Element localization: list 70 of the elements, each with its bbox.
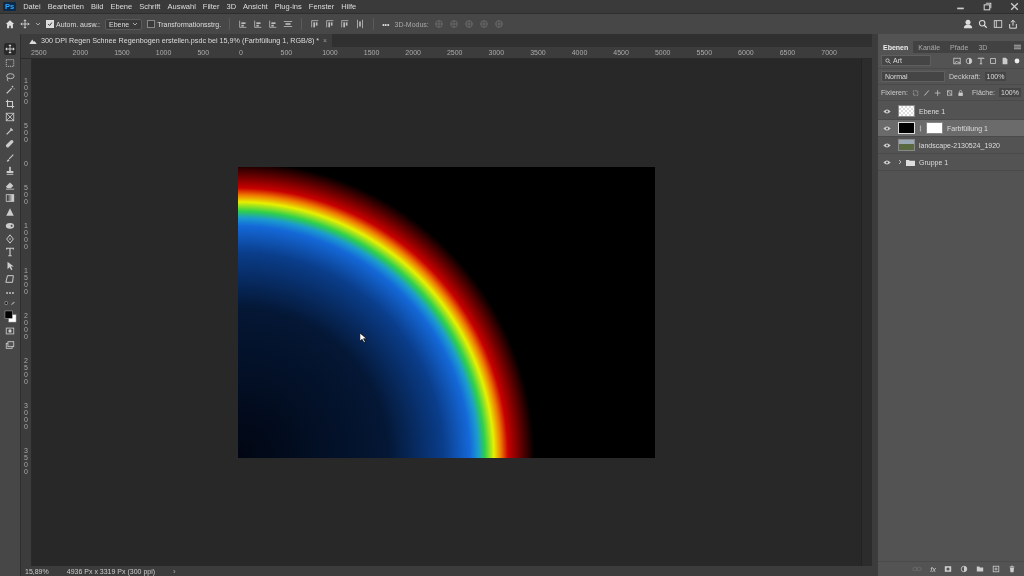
lasso-icon[interactable] [5,71,15,82]
quick-mask-icon[interactable] [5,326,15,336]
search-icon [885,57,891,64]
photo-placeholder [898,139,915,151]
frame-icon[interactable] [945,88,953,97]
bandage-icon[interactable] [5,139,15,149]
half-circle-icon[interactable] [965,56,973,65]
search-icon[interactable] [978,19,988,29]
eye-icon[interactable] [883,125,891,131]
workspace-icon[interactable] [993,19,1003,29]
swap-colors-icon[interactable] [4,301,16,306]
document-icon[interactable] [1001,56,1009,65]
crosshair-arrows-icon[interactable] [20,19,30,29]
align-icon[interactable] [253,19,264,29]
checkmark-icon [47,21,53,27]
align-icon[interactable] [325,19,336,29]
new-layer-icon[interactable] [992,565,1000,573]
distribute-icon[interactable] [355,19,366,29]
chain-link-icon[interactable] [919,123,922,133]
person-icon[interactable] [963,19,973,29]
screen-mode-icon[interactable] [5,339,15,350]
stamp-icon[interactable] [5,166,15,176]
half-circle-icon[interactable] [960,565,968,573]
brush-icon[interactable] [923,88,931,97]
caret-icon[interactable] [35,21,41,27]
frame-icon[interactable] [5,112,15,122]
crosshair-arrows-icon[interactable] [4,42,16,55]
share-icon[interactable] [1008,19,1018,29]
smudge-icon[interactable] [5,220,15,230]
fill-thumbnail [898,122,915,134]
pen-icon[interactable] [5,233,15,244]
align-icon[interactable] [268,19,279,29]
eye-icon[interactable] [883,159,891,165]
shape-filter-icon[interactable] [989,56,997,65]
padlock-icon[interactable] [956,88,965,97]
scrollbar[interactable] [861,59,872,566]
trash-icon[interactable] [1008,565,1016,573]
restore-icon[interactable] [982,1,993,12]
folder-icon [906,158,915,166]
color-swatches-icon[interactable] [3,309,17,323]
type-icon[interactable] [5,247,15,257]
shape-icon[interactable] [5,274,15,284]
eye-icon[interactable] [883,142,891,148]
distribute-icon[interactable] [283,19,294,29]
pointer-icon [359,332,368,343]
mountain-icon [29,37,37,44]
triangle-icon[interactable] [5,206,15,217]
home-icon[interactable] [5,19,15,29]
folder-icon[interactable] [976,565,984,573]
mask-thumbnail [926,122,943,134]
caret-icon [132,21,139,27]
dashed-rectangle-icon[interactable] [5,58,15,68]
layer-thumbnail [898,105,915,117]
align-icon[interactable] [238,19,249,29]
caret-icon[interactable] [898,159,902,165]
wand-icon[interactable] [5,85,15,95]
gradient-icon[interactable] [5,193,15,203]
close-icon[interactable] [1009,1,1020,12]
align-icon[interactable] [340,19,351,29]
image-filter-icon[interactable] [953,56,961,65]
mask-icon[interactable] [944,565,952,573]
pointer-icon[interactable] [5,260,15,271]
status-menu-arrow[interactable]: › [173,566,176,576]
eye-icon[interactable] [883,108,891,114]
toggle-dot-icon[interactable] [1013,56,1021,65]
type-icon[interactable] [977,56,985,65]
crop-icon[interactable] [5,98,15,109]
brush-icon[interactable] [5,152,15,163]
align-icon[interactable] [310,19,321,29]
eyedropper-icon[interactable] [5,125,15,136]
